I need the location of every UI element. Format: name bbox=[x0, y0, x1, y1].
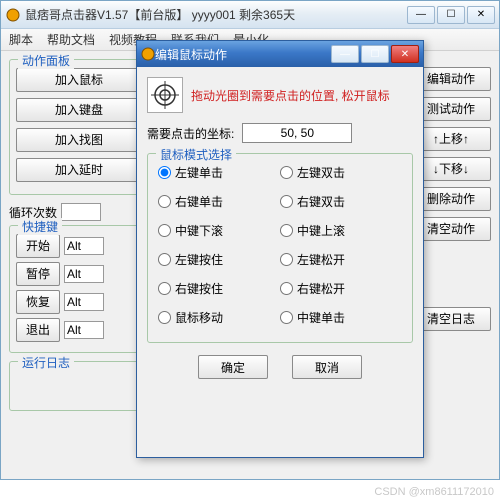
hotkey-pause-input[interactable] bbox=[64, 265, 104, 283]
radio-left-release[interactable] bbox=[280, 253, 293, 266]
dialog-titlebar: 编辑鼠标动作 — ☐ ✕ bbox=[137, 41, 423, 67]
watermark: CSDN @xm8611172010 bbox=[374, 486, 494, 498]
dialog-icon bbox=[141, 47, 155, 61]
add-delay-button[interactable]: 加入延时 bbox=[16, 158, 142, 182]
main-titlebar: 鼠痞哥点击器V1.57【前台版】 yyyy001 剩余365天 — ☐ ✕ bbox=[1, 1, 499, 29]
hotkey-title: 快捷键 bbox=[18, 218, 62, 235]
close-button[interactable]: ✕ bbox=[467, 6, 495, 24]
hotkey-start[interactable]: 开始 bbox=[16, 234, 60, 258]
hotkey-resume-input[interactable] bbox=[64, 293, 104, 311]
radio-right-release[interactable] bbox=[280, 282, 293, 295]
dialog-minimize-button[interactable]: — bbox=[331, 45, 359, 63]
opt-left-release[interactable]: 左键松开 bbox=[280, 251, 402, 268]
coord-label: 需要点击的坐标: bbox=[147, 125, 234, 142]
mouse-mode-group: 鼠标模式选择 左键单击 左键双击 右键单击 右键双击 中键下滚 中键上滚 左键按… bbox=[147, 153, 413, 343]
opt-left-click[interactable]: 左键单击 bbox=[158, 164, 280, 181]
left-column: 动作面板 加入鼠标 加入键盘 加入找图 加入延时 循环次数 快捷键 开始 暂停 … bbox=[9, 59, 149, 419]
coord-row: 需要点击的坐标: bbox=[147, 123, 413, 143]
dialog-maximize-button[interactable]: ☐ bbox=[361, 45, 389, 63]
hotkey-exit[interactable]: 退出 bbox=[16, 318, 60, 342]
opt-right-click[interactable]: 右键单击 bbox=[158, 193, 280, 210]
menu-help[interactable]: 帮助文档 bbox=[47, 31, 95, 48]
opt-right-dblclick[interactable]: 右键双击 bbox=[280, 193, 402, 210]
drag-hint: 拖动光圈到需要点击的位置, 松开鼠标 bbox=[191, 87, 390, 104]
target-row: 拖动光圈到需要点击的位置, 松开鼠标 bbox=[147, 77, 413, 113]
radio-left-hold[interactable] bbox=[158, 253, 171, 266]
loop-input[interactable] bbox=[61, 203, 101, 221]
dialog-close-button[interactable]: ✕ bbox=[391, 45, 419, 63]
app-icon bbox=[5, 7, 21, 23]
action-panel-group: 动作面板 加入鼠标 加入键盘 加入找图 加入延时 bbox=[9, 59, 149, 195]
dialog-body: 拖动光圈到需要点击的位置, 松开鼠标 需要点击的坐标: 鼠标模式选择 左键单击 … bbox=[137, 67, 423, 389]
radio-mouse-move[interactable] bbox=[158, 311, 171, 324]
opt-left-dblclick[interactable]: 左键双击 bbox=[280, 164, 402, 181]
add-findimg-button[interactable]: 加入找图 bbox=[16, 128, 142, 152]
radio-right-dblclick[interactable] bbox=[280, 195, 293, 208]
opt-mouse-move[interactable]: 鼠标移动 bbox=[158, 309, 280, 326]
opt-mid-click[interactable]: 中键单击 bbox=[280, 309, 402, 326]
dialog-title: 编辑鼠标动作 bbox=[155, 46, 331, 63]
radio-mid-scrollup[interactable] bbox=[280, 224, 293, 237]
crosshair-icon[interactable] bbox=[147, 77, 183, 113]
window-title: 鼠痞哥点击器V1.57【前台版】 yyyy001 剩余365天 bbox=[25, 6, 407, 23]
opt-mid-scrolldown[interactable]: 中键下滚 bbox=[158, 222, 280, 239]
menu-script[interactable]: 脚本 bbox=[9, 31, 33, 48]
add-keyboard-button[interactable]: 加入键盘 bbox=[16, 98, 142, 122]
maximize-button[interactable]: ☐ bbox=[437, 6, 465, 24]
opt-right-release[interactable]: 右键松开 bbox=[280, 280, 402, 297]
hotkey-resume[interactable]: 恢复 bbox=[16, 290, 60, 314]
radio-right-hold[interactable] bbox=[158, 282, 171, 295]
radio-left-click[interactable] bbox=[158, 166, 171, 179]
radio-mid-click[interactable] bbox=[280, 311, 293, 324]
opt-mid-scrollup[interactable]: 中键上滚 bbox=[280, 222, 402, 239]
mouse-mode-title: 鼠标模式选择 bbox=[156, 146, 236, 163]
coord-input[interactable] bbox=[242, 123, 352, 143]
window-controls: — ☐ ✕ bbox=[407, 6, 495, 24]
hotkey-group: 快捷键 开始 暂停 恢复 退出 bbox=[9, 225, 149, 353]
hotkey-start-input[interactable] bbox=[64, 237, 104, 255]
cancel-button[interactable]: 取消 bbox=[292, 355, 362, 379]
minimize-button[interactable]: — bbox=[407, 6, 435, 24]
opt-left-hold[interactable]: 左键按住 bbox=[158, 251, 280, 268]
add-mouse-button[interactable]: 加入鼠标 bbox=[16, 68, 142, 92]
ok-button[interactable]: 确定 bbox=[198, 355, 268, 379]
edit-mouse-dialog: 编辑鼠标动作 — ☐ ✕ 拖动光圈到需要点击的位置, 松开鼠标 需要点击的坐标:… bbox=[136, 40, 424, 458]
radio-right-click[interactable] bbox=[158, 195, 171, 208]
log-title: 运行日志 bbox=[18, 354, 74, 371]
log-group: 运行日志 bbox=[9, 361, 149, 411]
radio-left-dblclick[interactable] bbox=[280, 166, 293, 179]
opt-right-hold[interactable]: 右键按住 bbox=[158, 280, 280, 297]
hotkey-exit-input[interactable] bbox=[64, 321, 104, 339]
radio-mid-scrolldown[interactable] bbox=[158, 224, 171, 237]
dialog-buttons: 确定 取消 bbox=[147, 355, 413, 379]
action-panel-title: 动作面板 bbox=[18, 52, 74, 69]
hotkey-pause[interactable]: 暂停 bbox=[16, 262, 60, 286]
